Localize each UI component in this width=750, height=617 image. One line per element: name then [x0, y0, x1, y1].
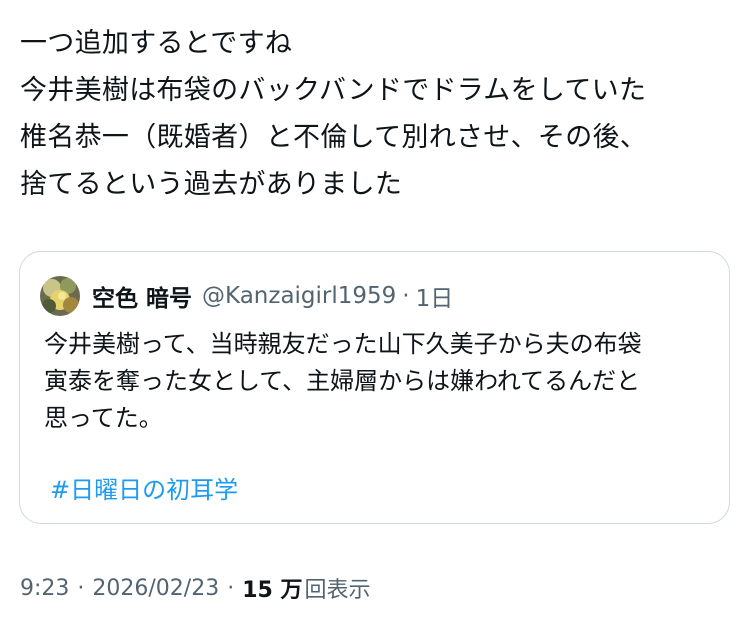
views-count[interactable]: 15 万: [242, 572, 302, 604]
tweet-time[interactable]: 9:23: [20, 576, 69, 601]
quoted-tweet-header: 空色 暗号 @Kanzaigirl1959 · 1日: [40, 276, 453, 316]
quoted-line: 寅泰を奪った女として、主婦層からは嫌われてるんだと: [44, 367, 641, 395]
separator-dot: ·: [77, 575, 85, 601]
quoted-line: 思ってた。: [44, 404, 163, 432]
separator-dot: ·: [402, 283, 410, 309]
views-label: 回表示: [304, 578, 371, 603]
tweet-line: 椎名恭一（既婚者）と不倫して別れさせ、その後、: [20, 122, 648, 153]
quoted-display-name[interactable]: 空色 暗号: [92, 279, 192, 313]
quoted-tweet-card[interactable]: 空色 暗号 @Kanzaigirl1959 · 1日 今井美樹って、当時親友だっ…: [19, 251, 730, 524]
quoted-tweet-text: 今井美樹って、当時親友だった山下久美子から夫の布袋 寅泰を奪った女として、主婦層…: [44, 326, 714, 437]
avatar-photo-icon: [40, 276, 80, 316]
tweet-meta: 9:23 · 2026/02/23 · 15 万 回表示: [20, 572, 371, 604]
quoted-timestamp[interactable]: 1日: [416, 279, 454, 313]
tweet-line: 捨てるという過去がありました: [20, 169, 403, 200]
quoted-handle[interactable]: @Kanzaigirl1959: [202, 283, 396, 309]
quoted-line: 今井美樹って、当時親友だった山下久美子から夫の布袋: [44, 330, 642, 358]
hashtag-link[interactable]: #日曜日の初耳学: [50, 470, 238, 505]
separator-dot: ·: [227, 575, 235, 601]
avatar[interactable]: [40, 276, 80, 316]
tweet-text: 一つ追加するとですね 今井美樹は布袋のバックバンドでドラムをしていた 椎名恭一（…: [20, 20, 735, 208]
tweet-date[interactable]: 2026/02/23: [92, 576, 219, 601]
tweet-line: 一つ追加するとですね: [20, 28, 293, 59]
tweet-line: 今井美樹は布袋のバックバンドでドラムをしていた: [20, 75, 647, 106]
